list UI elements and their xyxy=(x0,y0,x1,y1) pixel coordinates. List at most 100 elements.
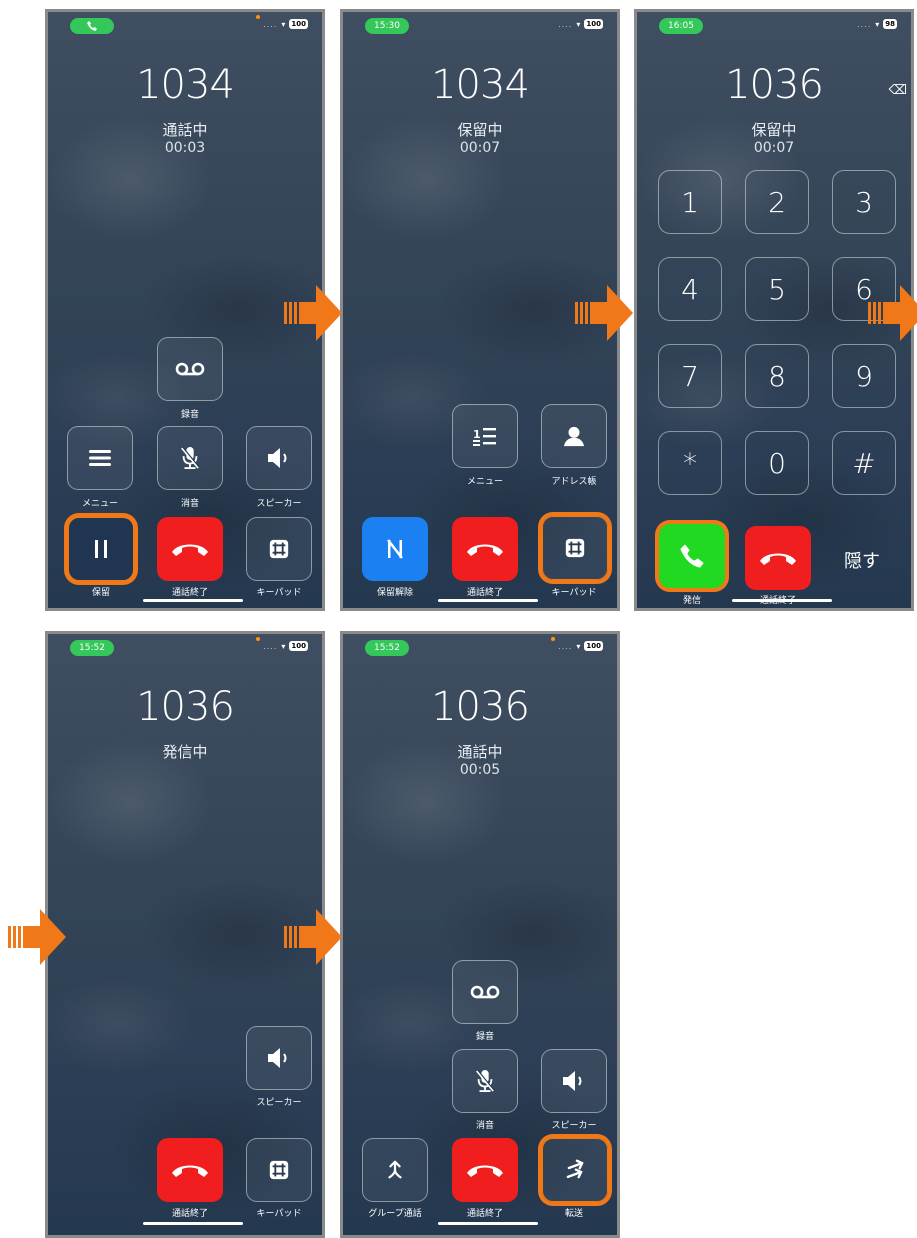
keypad-button[interactable] xyxy=(246,1138,312,1202)
key-4[interactable]: 4 xyxy=(658,257,722,321)
key-0[interactable]: 0 xyxy=(745,431,809,495)
dial-label: 発信 xyxy=(682,596,701,606)
record-button[interactable] xyxy=(157,337,223,401)
mute-icon xyxy=(474,1068,496,1094)
end-call-button[interactable] xyxy=(157,1138,223,1202)
speaker-label: スピーカー xyxy=(256,1098,302,1108)
menu-button[interactable] xyxy=(452,404,518,468)
status-bar: .... ▾ 100 xyxy=(263,641,308,651)
battery-indicator: 98 xyxy=(883,19,897,29)
battery-indicator: 100 xyxy=(289,19,308,29)
speaker-button[interactable] xyxy=(541,1049,607,1113)
mic-indicator-dot xyxy=(256,15,260,19)
hangup-icon xyxy=(465,1160,505,1180)
call-status-pill[interactable] xyxy=(70,18,114,34)
call-status: 通話中 xyxy=(162,121,208,139)
call-status: 保留中 xyxy=(457,121,503,139)
hangup-icon xyxy=(170,539,210,559)
unhold-icon xyxy=(385,537,405,561)
end-call-button[interactable] xyxy=(452,1138,518,1202)
wifi-icon: ▾ xyxy=(875,19,880,29)
mic-indicator-dot xyxy=(551,637,555,641)
group-call-label: グループ通話 xyxy=(368,1209,422,1219)
status-bar: .... ▾ 100 xyxy=(263,19,308,29)
call-duration: 00:03 xyxy=(164,140,206,156)
signal-icon: .... xyxy=(558,641,573,651)
wifi-icon: ▾ xyxy=(576,641,581,651)
key-7[interactable]: 7 xyxy=(658,344,722,408)
flow-arrow-icon xyxy=(575,283,635,343)
key-3[interactable]: 3 xyxy=(832,170,896,234)
dialed-number: 1036 xyxy=(136,684,235,730)
keypad-button[interactable] xyxy=(246,517,312,581)
group-call-button[interactable] xyxy=(362,1138,428,1202)
caller-number: 1036 xyxy=(431,684,530,730)
clock-pill[interactable]: 15:52 xyxy=(365,640,409,656)
key-star[interactable]: * xyxy=(658,431,722,495)
key-1[interactable]: 1 xyxy=(658,170,722,234)
key-2[interactable]: 2 xyxy=(745,170,809,234)
pause-icon xyxy=(91,537,111,561)
home-indicator xyxy=(438,1222,538,1225)
home-indicator xyxy=(438,599,538,602)
signal-icon: .... xyxy=(263,641,278,651)
clock-pill[interactable]: 16:05 xyxy=(659,18,703,34)
unhold-button[interactable] xyxy=(362,517,428,581)
end-call-button[interactable] xyxy=(452,517,518,581)
end-call-label: 通話終了 xyxy=(466,588,503,598)
speaker-button[interactable] xyxy=(246,1026,312,1090)
key-5[interactable]: 5 xyxy=(745,257,809,321)
speaker-label: スピーカー xyxy=(551,1121,597,1131)
key-9[interactable]: 9 xyxy=(832,344,896,408)
dial-button[interactable] xyxy=(659,524,725,588)
contacts-button[interactable] xyxy=(541,404,607,468)
hangup-icon xyxy=(170,1160,210,1180)
speaker-button[interactable] xyxy=(246,426,312,490)
battery-indicator: 100 xyxy=(584,19,603,29)
menu-icon xyxy=(88,448,112,468)
transfer-label: 転送 xyxy=(564,1209,583,1219)
wifi-icon: ▾ xyxy=(281,641,286,651)
call-screen-dialing-1036: 15:52 .... ▾ 100 1036 発信中 スピーカー 通話終了 キーパッド xyxy=(45,631,325,1238)
end-call-button[interactable] xyxy=(157,517,223,581)
dialed-number: 1036 xyxy=(725,62,824,108)
home-indicator xyxy=(732,599,832,602)
hangup-icon xyxy=(758,548,798,568)
transfer-icon xyxy=(563,1158,587,1182)
end-call-button[interactable] xyxy=(745,526,811,590)
battery-indicator: 100 xyxy=(289,641,308,651)
signal-icon: .... xyxy=(558,19,573,29)
hide-keypad-button[interactable]: 隠す xyxy=(844,547,880,573)
home-indicator xyxy=(143,599,243,602)
record-label: 録音 xyxy=(475,1032,494,1042)
keypad-button[interactable] xyxy=(542,516,608,580)
hold-label: 保留 xyxy=(91,588,110,598)
mute-icon xyxy=(179,445,201,471)
hold-button[interactable] xyxy=(68,517,134,581)
call-duration: 00:07 xyxy=(753,140,795,156)
keypad-icon xyxy=(268,538,290,560)
phone-icon xyxy=(678,542,706,570)
call-status: 通話中 xyxy=(457,743,503,761)
clock-pill[interactable]: 15:30 xyxy=(365,18,409,34)
transfer-button[interactable] xyxy=(542,1138,608,1202)
call-screen-active-1036: 15:52 .... ▾ 100 1036 通話中 00:05 録音 消音 スピーカ… xyxy=(340,631,620,1238)
battery-indicator: 100 xyxy=(584,641,603,651)
mute-button[interactable] xyxy=(452,1049,518,1113)
menu-button[interactable] xyxy=(67,426,133,490)
speaker-icon xyxy=(560,1069,588,1093)
call-duration: 00:07 xyxy=(459,140,501,156)
key-8[interactable]: 8 xyxy=(745,344,809,408)
key-hash[interactable]: # xyxy=(832,431,896,495)
end-call-label: 通話終了 xyxy=(171,1209,208,1219)
backspace-icon[interactable]: ⌫ xyxy=(889,83,907,98)
flow-arrow-icon xyxy=(8,907,68,967)
record-button[interactable] xyxy=(452,960,518,1024)
keypad-icon xyxy=(564,537,586,559)
status-bar: .... ▾ 100 xyxy=(558,19,603,29)
speaker-icon xyxy=(265,446,293,470)
phone-icon xyxy=(86,20,98,32)
mute-button[interactable] xyxy=(157,426,223,490)
clock-pill[interactable]: 15:52 xyxy=(70,640,114,656)
voicemail-icon xyxy=(470,984,500,1000)
